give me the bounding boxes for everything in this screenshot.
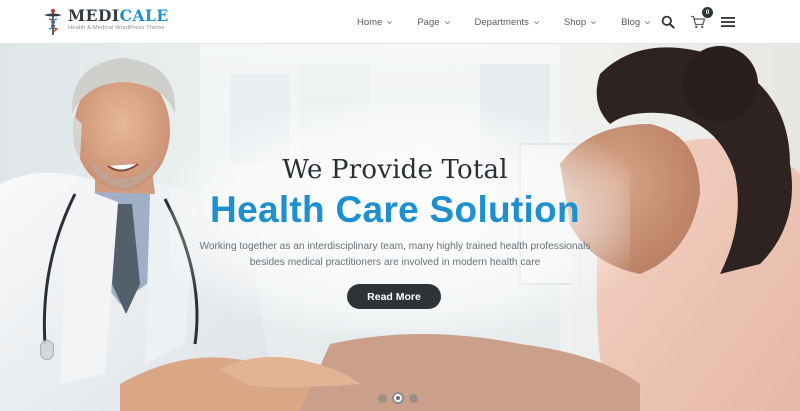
hero-description: Working together as an interdisciplinary… xyxy=(180,239,610,270)
chevron-down-icon xyxy=(533,20,539,24)
logo[interactable]: MEDICALE Health & Medical WordPress Them… xyxy=(42,8,169,36)
brand-name: MEDICALE xyxy=(68,8,169,24)
nav-item-blog[interactable]: Blog xyxy=(621,17,651,28)
site-header: MEDICALE Health & Medical WordPress Them… xyxy=(0,0,800,44)
nav-item-page[interactable]: Page xyxy=(417,17,450,28)
slider-dot-1[interactable] xyxy=(378,393,387,403)
slider-dot-2-active[interactable] xyxy=(392,392,404,404)
chevron-down-icon xyxy=(444,20,450,24)
nav-item-departments[interactable]: Departments xyxy=(475,17,540,28)
slider-dot-3[interactable] xyxy=(409,393,418,403)
chevron-down-icon xyxy=(645,20,651,24)
nav-item-home[interactable]: Home xyxy=(357,17,393,28)
search-icon xyxy=(661,15,675,29)
nav-item-label: Blog xyxy=(621,16,641,28)
hero-headline-line2: Health Care Solution xyxy=(210,189,580,230)
chevron-down-icon xyxy=(591,20,597,24)
slider-side-handle[interactable] xyxy=(40,340,54,360)
cart-button[interactable]: 0 xyxy=(689,7,713,31)
menu-button[interactable] xyxy=(721,16,735,28)
brand-tagline: Health & Medical WordPress Theme xyxy=(68,24,165,31)
slider-pagination xyxy=(378,392,423,404)
nav-item-label: Home xyxy=(357,16,383,28)
hero-headline-line1: We Provide Total xyxy=(282,155,508,185)
caduceus-logo-icon xyxy=(44,9,62,35)
hero-slider: We Provide Total Health Care Solution Wo… xyxy=(0,44,800,411)
nav-item-label: Departments xyxy=(474,16,529,28)
search-button[interactable] xyxy=(660,14,676,30)
brand-name-part1: MEDI xyxy=(68,6,120,25)
hamburger-menu-icon xyxy=(721,17,735,27)
cart-count-badge: 0 xyxy=(702,7,713,18)
read-more-button[interactable]: Read More xyxy=(347,284,441,309)
nav-item-shop[interactable]: Shop xyxy=(564,17,597,28)
header-tools: 0 xyxy=(660,0,735,44)
nav-item-label: Shop xyxy=(563,16,587,28)
chevron-down-icon xyxy=(387,20,393,24)
brand-name-part2: CALE xyxy=(119,6,169,25)
hero-description-line2: besides medical practitioners are involv… xyxy=(249,256,541,268)
nav-item-label: Page xyxy=(417,16,440,28)
hero-description-line1: Working together as an interdisciplinary… xyxy=(199,241,591,252)
main-nav: Home Page Departments Shop Blog xyxy=(357,0,675,44)
